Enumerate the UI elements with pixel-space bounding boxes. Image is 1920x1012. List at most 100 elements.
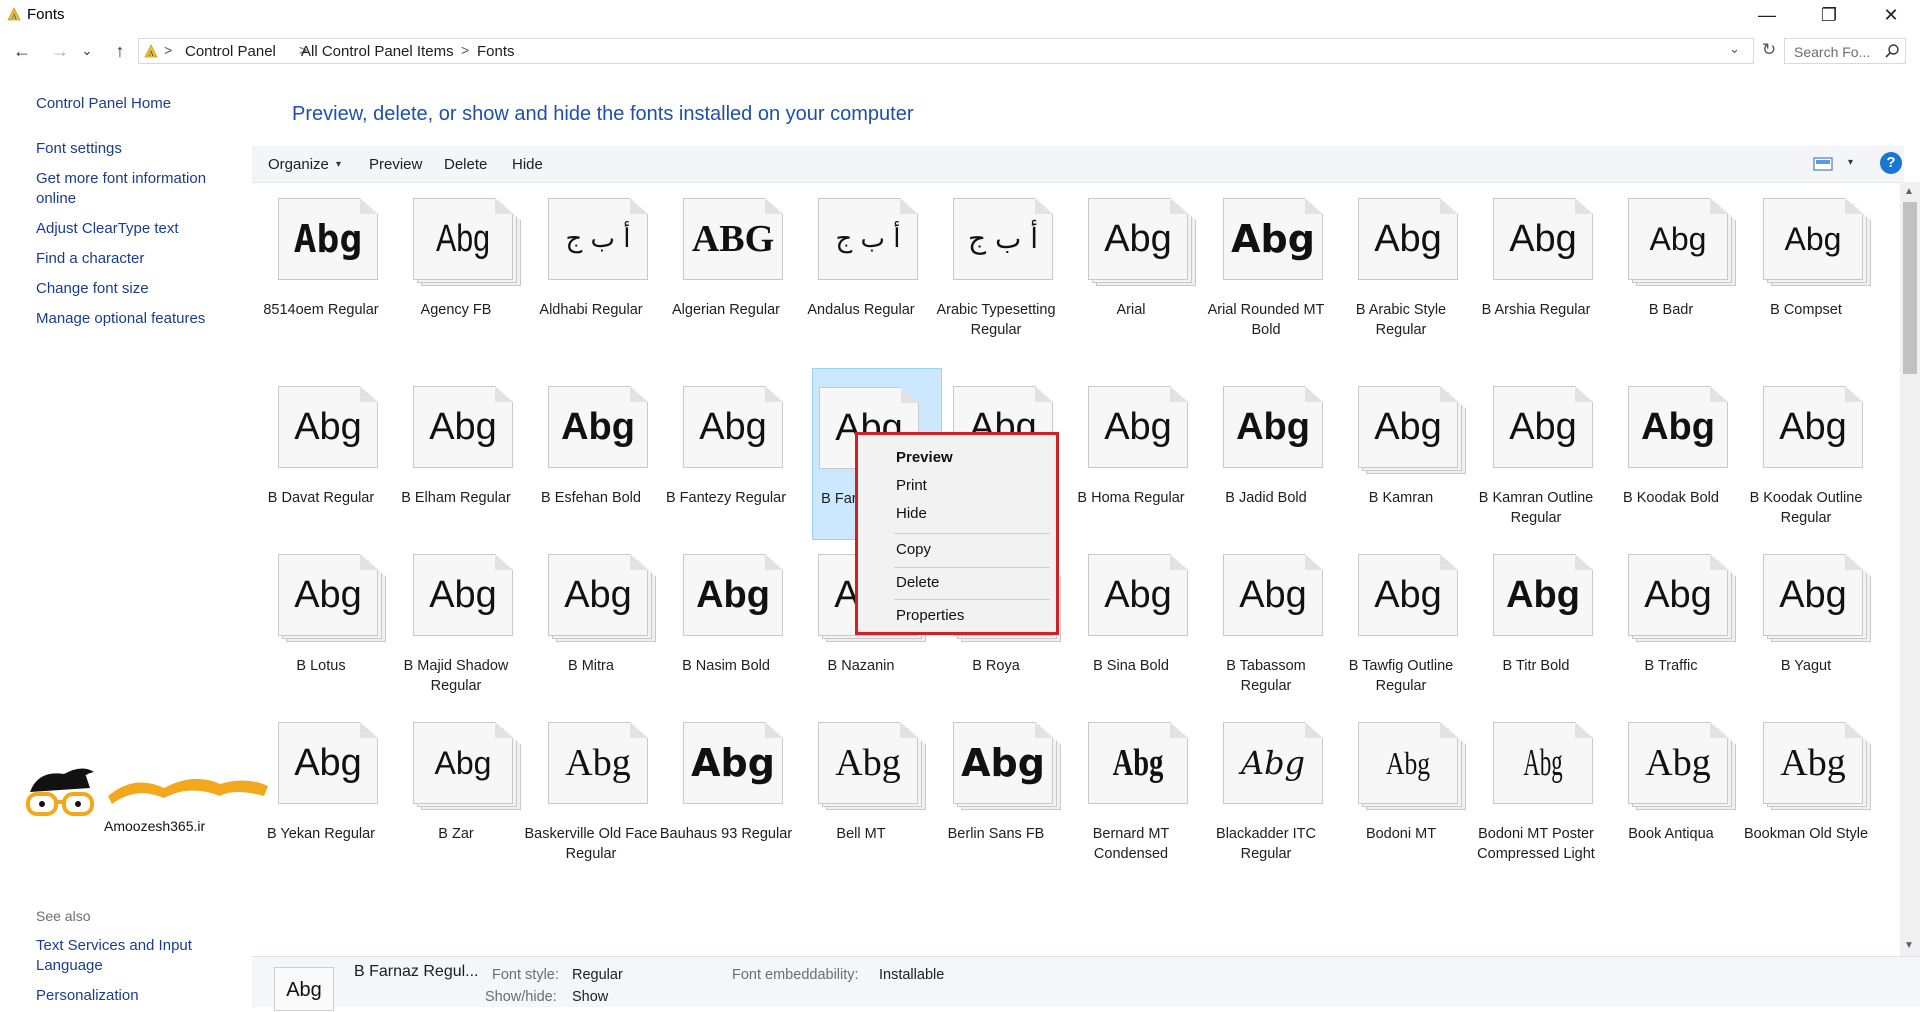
help-icon[interactable]: ? [1880, 152, 1902, 174]
font-tile[interactable]: Abg B Kamran [1334, 378, 1468, 550]
more-font-info-link[interactable]: Get more font information online [36, 169, 246, 209]
font-tile[interactable]: Abg Book Antiqua [1604, 714, 1738, 886]
view-caret-icon[interactable]: ▾ [1848, 157, 1853, 168]
font-tile[interactable]: Abg Berlin Sans FB [929, 714, 1063, 886]
search-input[interactable]: Search Fo... [1784, 38, 1906, 64]
menu-item-copy[interactable]: Copy [896, 541, 931, 558]
font-tile[interactable]: Abg Arial [1064, 190, 1198, 362]
font-file-icon: Abg [683, 554, 801, 646]
font-file-icon: Abg [683, 722, 801, 814]
menu-item-properties[interactable]: Properties [896, 607, 964, 624]
font-sample-text: أ ب ج [565, 224, 631, 254]
organize-caret-icon[interactable]: ▾ [336, 159, 341, 170]
font-tile[interactable]: Abg Blackadder ITC Regular [1199, 714, 1333, 886]
font-tile[interactable]: Abg B Arabic Style Regular [1334, 190, 1468, 362]
font-tile[interactable]: Abg B Elham Regular [389, 378, 523, 550]
font-tile[interactable]: Abg B Nasim Bold [659, 546, 793, 718]
font-tile[interactable]: أ ب ج Arabic Typesetting Regular [929, 190, 1063, 362]
font-tile[interactable]: Abg B Mitra [524, 546, 658, 718]
font-tile[interactable]: Abg Bauhaus 93 Regular [659, 714, 793, 886]
address-dropdown-chevron-icon[interactable]: ⌄ [1729, 41, 1740, 57]
search-icon[interactable] [1884, 43, 1900, 59]
vertical-scrollbar[interactable]: ▲ ▼ [1900, 182, 1920, 956]
breadcrumb-separator: > [461, 42, 470, 58]
scroll-down-arrow-icon[interactable]: ▼ [1904, 940, 1914, 951]
font-tile[interactable]: Abg Baskerville Old Face Regular [524, 714, 658, 886]
menu-item-preview[interactable]: Preview [896, 449, 953, 466]
font-file-icon: Abg [548, 722, 666, 814]
font-tile[interactable]: ABG Algerian Regular [659, 190, 793, 362]
breadcrumb-all-control-panel-items[interactable]: All Control Panel Items [301, 43, 454, 60]
font-tile[interactable]: Abg Agency FB [389, 190, 523, 362]
font-tile[interactable]: Abg B Arshia Regular [1469, 190, 1603, 362]
font-tile[interactable]: أ ب ج Andalus Regular [794, 190, 928, 362]
font-name-label: B Badr [1648, 302, 1694, 318]
scroll-up-arrow-icon[interactable]: ▲ [1904, 186, 1914, 197]
font-file-icon: أ ب ج [548, 198, 666, 290]
maximize-button[interactable]: ❐ [1806, 0, 1852, 30]
font-tile[interactable]: Abg Bookman Old Style [1739, 714, 1873, 886]
breadcrumb-control-panel[interactable]: Control Panel [185, 43, 276, 60]
menu-item-print[interactable]: Print [896, 477, 927, 494]
font-tile[interactable]: Abg B Fantezy Regular [659, 378, 793, 550]
font-sample-text: ABG [691, 218, 775, 260]
find-character-link[interactable]: Find a character [36, 249, 246, 269]
menu-item-delete[interactable]: Delete [896, 574, 939, 591]
font-tile[interactable]: Abg B Zar [389, 714, 523, 886]
font-tile[interactable]: Abg B Kamran Outline Regular [1469, 378, 1603, 550]
back-arrow-icon[interactable]: ← [8, 38, 36, 64]
font-tile[interactable]: Abg B Traffic [1604, 546, 1738, 718]
manage-optional-features-link[interactable]: Manage optional features [36, 309, 246, 329]
font-tile[interactable]: Abg Bell MT [794, 714, 928, 886]
close-button[interactable]: ✕ [1868, 0, 1914, 30]
font-settings-link[interactable]: Font settings [36, 139, 246, 159]
font-tile[interactable]: Abg B Esfehan Bold [524, 378, 658, 550]
change-view-icon[interactable] [1813, 156, 1833, 172]
breadcrumb-fonts[interactable]: Fonts [477, 43, 515, 60]
recent-locations-chevron-icon[interactable]: ⌄ [78, 38, 96, 64]
font-tile[interactable]: Abg B Davat Regular [254, 378, 388, 550]
font-tile[interactable]: Abg 8514oem Regular [254, 190, 388, 362]
preview-button[interactable]: Preview [369, 156, 422, 173]
minimize-button[interactable]: — [1744, 0, 1790, 30]
font-tile[interactable]: Abg Bernard MT Condensed [1064, 714, 1198, 886]
hide-button[interactable]: Hide [512, 156, 543, 173]
font-tile[interactable]: Abg B Lotus [254, 546, 388, 718]
font-tile[interactable]: Abg B Jadid Bold [1199, 378, 1333, 550]
font-tile[interactable]: Abg Bodoni MT [1334, 714, 1468, 886]
font-tile[interactable]: Abg Bodoni MT Poster Compressed Light [1469, 714, 1603, 886]
font-tile[interactable]: Abg B Koodak Outline Regular [1739, 378, 1873, 550]
font-tile[interactable]: Abg Arial Rounded MT Bold [1199, 190, 1333, 362]
font-name-label: B Roya [972, 658, 1020, 674]
font-tile[interactable]: Abg B Tabassom Regular [1199, 546, 1333, 718]
font-tile[interactable]: Abg B Yekan Regular [254, 714, 388, 886]
adjust-cleartype-link[interactable]: Adjust ClearType text [36, 219, 246, 239]
font-tile[interactable]: Abg B Majid Shadow Regular [389, 546, 523, 718]
font-tile[interactable]: Abg B Titr Bold [1469, 546, 1603, 718]
font-sample-text: Abg [1104, 218, 1172, 260]
font-tile[interactable]: Abg B Sina Bold [1064, 546, 1198, 718]
scroll-thumb[interactable] [1903, 202, 1917, 374]
font-tile[interactable]: أ ب ج Aldhabi Regular [524, 190, 658, 362]
delete-button[interactable]: Delete [444, 156, 487, 173]
font-tile[interactable]: Abg B Homa Regular [1064, 378, 1198, 550]
font-tile[interactable]: Abg B Tawfig Outline Regular [1334, 546, 1468, 718]
change-font-size-link[interactable]: Change font size [36, 279, 246, 299]
font-name-label: B Tabassom Regular [1226, 658, 1306, 694]
text-services-link[interactable]: Text Services and Input Language [36, 936, 246, 976]
menu-item-hide[interactable]: Hide [896, 505, 927, 522]
refresh-icon[interactable]: ↻ [1758, 40, 1780, 60]
font-tile[interactable]: Abg B Badr [1604, 190, 1738, 362]
font-tile[interactable]: Abg B Yagut [1739, 546, 1873, 718]
personalization-link[interactable]: Personalization [36, 986, 246, 1006]
font-sample-text: أ ب ج [967, 222, 1038, 255]
font-name-label: Berlin Sans FB [947, 826, 1045, 842]
font-tile[interactable]: Abg B Koodak Bold [1604, 378, 1738, 550]
up-arrow-icon[interactable]: ↑ [106, 38, 134, 64]
control-panel-home-link[interactable]: Control Panel Home [36, 94, 246, 114]
forward-arrow-icon[interactable]: → [46, 38, 74, 64]
address-bar[interactable]: A > Control Panel > All Control Panel It… [138, 38, 1754, 64]
font-tile[interactable]: Abg B Compset [1739, 190, 1873, 362]
organize-button[interactable]: Organize [268, 156, 329, 173]
font-file-icon: Abg [1628, 198, 1746, 290]
